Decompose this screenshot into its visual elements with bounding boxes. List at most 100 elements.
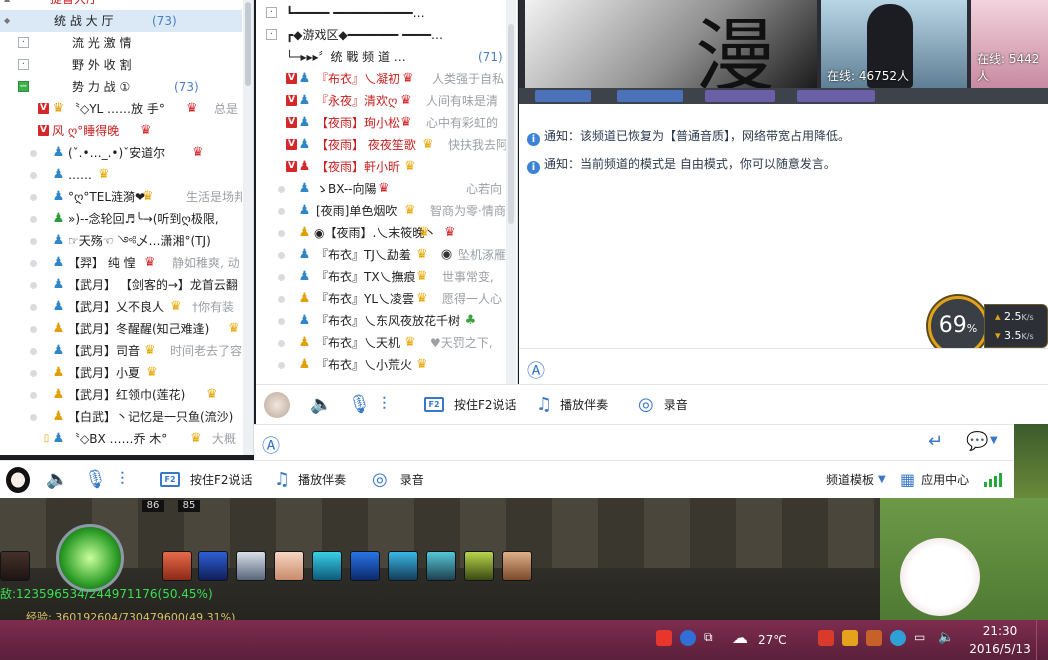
help-icon[interactable]: [680, 630, 696, 646]
record-button[interactable]: ◎ 录音: [372, 461, 424, 498]
chat-input-row[interactable]: Ⓐ: [519, 348, 1048, 384]
user-row[interactable]: ♟ ☞天殇☜ ༺乄…潇湘°(TJ): [0, 230, 242, 252]
weather-cloud-icon[interactable]: ☁: [732, 630, 748, 646]
skill-slot[interactable]: [464, 551, 494, 581]
left-scrollbar[interactable]: [243, 0, 253, 455]
user-row[interactable]: ♟ 【武月】冬醒醒(知己难逢) ♛: [0, 318, 242, 340]
send-enter-icon[interactable]: ↵: [928, 431, 943, 452]
channel-row[interactable]: · 流 光 激 情: [0, 32, 242, 54]
skill-slot[interactable]: [426, 551, 456, 581]
push-to-talk-button[interactable]: F2 按住F2说话: [160, 461, 253, 498]
clock-time[interactable]: 21:30: [972, 624, 1028, 638]
mixer-button[interactable]: ⫶: [382, 385, 387, 424]
channel-row[interactable]: − 势 力 战 ① (73): [0, 76, 242, 98]
volume-icon[interactable]: 🔈: [938, 630, 954, 646]
expand-box-icon[interactable]: ·: [266, 7, 277, 18]
user-row[interactable]: ♟…… ♛: [0, 164, 242, 186]
skill-slot[interactable]: [388, 551, 418, 581]
user-row[interactable]: ♟ 【武月】 【剑客的→】龙首云翻: [0, 274, 242, 296]
scrollbar-thumb[interactable]: [508, 24, 514, 224]
expand-box-icon[interactable]: ·: [18, 59, 29, 70]
tray-app-icon[interactable]: [818, 630, 834, 646]
user-row[interactable]: ♟ ◉【夜雨】.乀末筱晚丶 ♛ ♛: [256, 222, 506, 244]
expand-box-icon[interactable]: ·: [18, 37, 29, 48]
channel-row[interactable]: ▲ 提督大厅: [0, 0, 242, 10]
user-row[interactable]: ♟ 【武月】小夏 ♛: [0, 362, 242, 384]
user-row[interactable]: ♟ 『布衣』YL乀凌雲 ♛ 愿得一人心: [256, 288, 506, 310]
collapse-triangle-icon[interactable]: ▲: [4, 0, 10, 10]
video-tile-streamer[interactable]: 在线: 46752人: [821, 0, 967, 88]
weather-temperature[interactable]: 27℃: [758, 633, 787, 647]
channel-template-dropdown[interactable]: 频道模板 ▼: [826, 461, 886, 498]
user-row[interactable]: ♟ 【武月】司音 ♛ 时间老去了容: [0, 340, 242, 362]
skill-slot[interactable]: [502, 551, 532, 581]
video-tile-streamer[interactable]: 在线: 5442人: [971, 0, 1048, 88]
font-style-icon[interactable]: Ⓐ: [527, 357, 545, 383]
user-row[interactable]: ♟ 『布衣』乀小荒火 ♛: [256, 354, 506, 376]
user-row[interactable]: V风 ღ°睡得晚 ♛: [0, 120, 242, 142]
font-style-icon[interactable]: Ⓐ: [262, 432, 280, 458]
skill-slot[interactable]: [0, 551, 30, 581]
skill-slot[interactable]: [162, 551, 192, 581]
message-input-row[interactable]: Ⓐ ↵ 💬 ▼: [254, 424, 1014, 460]
user-row[interactable]: ▯ ♟ 〝◇BX ……乔 木° ♛ 大概: [0, 428, 242, 450]
microphone-button[interactable]: 🎙: [84, 461, 107, 498]
channel-row[interactable]: · ┗━━━━━ ━━━━━━━━━━━…: [256, 2, 506, 24]
chevron-down-icon[interactable]: ▼: [990, 435, 998, 446]
user-row[interactable]: ♟ [夜雨]单色烟吹 ♛ 智商为零·情商: [256, 200, 506, 222]
skill-slot[interactable]: [350, 551, 380, 581]
user-row[interactable]: ♟ 【武月】乂不良人 ♛ †你有装: [0, 296, 242, 318]
channel-row[interactable]: · ┏◆游戏区◆━━━━━━━ ━━━━…: [256, 24, 506, 46]
speaker-button[interactable]: 🔈: [310, 385, 332, 424]
user-row[interactable]: ♟ 『布衣』TX乀撫痕 ♛ 世事常变,: [256, 266, 506, 288]
user-row[interactable]: ♟ (ˇ.•…_.•)ˇ安道尔 ♛: [0, 142, 242, 164]
skill-slot[interactable]: [236, 551, 266, 581]
video-tab[interactable]: [705, 90, 775, 102]
chat-bubble-icon[interactable]: 💬: [966, 431, 988, 452]
push-to-talk-button[interactable]: F2 按住F2说话: [424, 385, 517, 424]
clock-date[interactable]: 2016/5/13: [966, 642, 1034, 656]
channel-row[interactable]: · 野 外 收 割: [0, 54, 242, 76]
user-row[interactable]: ♟ 【武月】红领巾(莲花) ♛: [0, 384, 242, 406]
channel-row-combat-hall[interactable]: ◆ 统 战 大 厅 (73): [0, 10, 242, 32]
user-row[interactable]: V ♟ 『布衣』乀凝初 ♛ 人类强于自私: [256, 68, 506, 90]
channel-row-combat[interactable]: └─▸▸▸〞统 戰 频 道 … (71): [256, 46, 506, 68]
video-banner[interactable]: 漫: [525, 0, 817, 88]
expand-box-icon[interactable]: ·: [266, 29, 277, 40]
user-row[interactable]: V ♟ 【夜雨】 夜夜笙歌 ♛ 快扶我去阿: [256, 134, 506, 156]
user-row[interactable]: V ♟ 『永夜』清欢ღ ♛ 人间有味是清: [256, 90, 506, 112]
user-row[interactable]: ♟ 『布衣』TJ乀勐羞 ♛ ◉ 坠机涿雁: [256, 244, 506, 266]
user-row[interactable]: V ♛ 〝◇YL ……放 手° ♛ 总是: [0, 98, 242, 120]
user-row[interactable]: V ♟ 【夜雨】珣小松 ♛ 心中有彩虹的: [256, 112, 506, 134]
microphone-button[interactable]: 🎙: [348, 385, 371, 424]
network-icon[interactable]: ▭: [914, 630, 930, 646]
user-row[interactable]: ♟ 【白武】丶记忆是一只鱼(流沙): [0, 406, 242, 428]
user-row[interactable]: ♟ ゝBX--向陽 ♛ 心若向: [256, 178, 506, 200]
collapse-box-icon[interactable]: −: [18, 81, 29, 92]
video-tab[interactable]: [535, 90, 591, 102]
skill-orb-icon[interactable]: [56, 524, 124, 592]
user-row[interactable]: ♟ 『布衣』乀东风夜放花千树 ♣: [256, 310, 506, 332]
video-tab[interactable]: [797, 90, 875, 102]
video-tab[interactable]: [617, 90, 683, 102]
scrollbar-thumb[interactable]: [245, 2, 251, 86]
tray-app-icon[interactable]: [842, 630, 858, 646]
app-center-button[interactable]: ▦ 应用中心: [900, 461, 969, 498]
mascot-icon[interactable]: [900, 538, 980, 616]
network-small-icon[interactable]: ⧉: [704, 630, 720, 646]
mixer-button[interactable]: ⫶: [120, 461, 125, 498]
play-music-button[interactable]: ♫ 播放伴奏: [536, 385, 608, 424]
network-speed-widget[interactable]: 69% ▴ 2.5K/s ▾ 3.5K/s: [926, 296, 1048, 356]
speaker-button[interactable]: 🔈: [46, 461, 68, 498]
play-music-button[interactable]: ♫ 播放伴奏: [274, 461, 346, 498]
security-shield-icon[interactable]: [890, 630, 906, 646]
sogou-input-icon[interactable]: [656, 630, 672, 646]
user-row[interactable]: ♟ »)--念轮回♬╰→(听到ღ极限,: [0, 208, 242, 230]
user-row[interactable]: V ♟ 【夜雨】軒小昕 ♛: [256, 156, 506, 178]
user-row[interactable]: ♟ °ღ°TEL涟漪❤ ♛ 生活是场邦: [0, 186, 242, 208]
skill-slot[interactable]: [198, 551, 228, 581]
user-row[interactable]: ♟ 『布衣』乀天机 ♛ ♥天罚之下,: [256, 332, 506, 354]
middle-scrollbar[interactable]: [506, 0, 516, 384]
record-button[interactable]: ◎ 录音: [638, 385, 688, 424]
avatar[interactable]: [264, 385, 290, 424]
